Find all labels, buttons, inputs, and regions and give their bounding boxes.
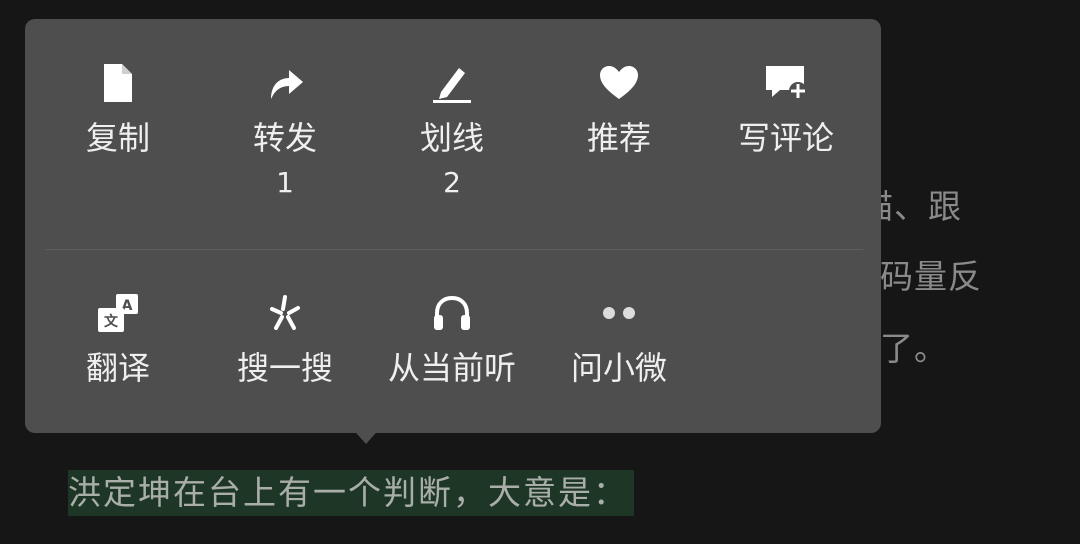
forward-label: 转发: [252, 119, 317, 157]
translate-icon: A 文: [34, 289, 202, 337]
recommend-label: 推荐: [586, 119, 651, 157]
translate-label: 翻译: [85, 349, 150, 387]
translate-button[interactable]: A 文 翻译: [34, 289, 202, 389]
article-text-line-2: 码量反: [880, 257, 982, 296]
ask-xiaowei-button[interactable]: 问小微: [535, 289, 703, 389]
two-dots-icon: [535, 289, 703, 337]
search-button[interactable]: 搜一搜: [201, 289, 369, 389]
forward-arrow-icon: [201, 59, 369, 107]
listen-from-here-button[interactable]: 从当前听: [368, 289, 536, 389]
underline-label: 划线: [419, 119, 484, 157]
svg-text:文: 文: [104, 313, 119, 330]
underline-count: 2: [443, 166, 461, 199]
pen-underline-icon: [368, 59, 536, 107]
search-label: 搜一搜: [236, 349, 333, 387]
write-comment-label: 写评论: [737, 119, 834, 157]
ask-xiaowei-label: 问小微: [570, 349, 667, 387]
underline-button[interactable]: 划线 2: [368, 59, 536, 203]
document-icon: [34, 59, 202, 107]
menu-divider: [45, 249, 863, 250]
menu-pointer: [350, 426, 382, 444]
selected-text[interactable]: 洪定坤在台上有一个判断，大意是：: [68, 470, 634, 516]
copy-button[interactable]: 复制: [34, 59, 202, 159]
copy-label: 复制: [85, 119, 150, 157]
heart-icon: [535, 59, 703, 107]
context-menu: 复制 转发 1 划线 2 推荐 写评论 A 文 翻译 搜一搜 从当前听 问小微: [25, 19, 881, 433]
write-comment-button[interactable]: 写评论: [702, 59, 870, 159]
comment-add-icon: [702, 59, 870, 107]
search-spark-icon: [201, 289, 369, 337]
headphones-icon: [368, 289, 536, 337]
forward-button[interactable]: 转发 1: [201, 59, 369, 203]
forward-count: 1: [276, 166, 294, 199]
listen-from-here-label: 从当前听: [387, 349, 516, 387]
article-text-line-3: 了。: [880, 329, 948, 368]
recommend-button[interactable]: 推荐: [535, 59, 703, 159]
